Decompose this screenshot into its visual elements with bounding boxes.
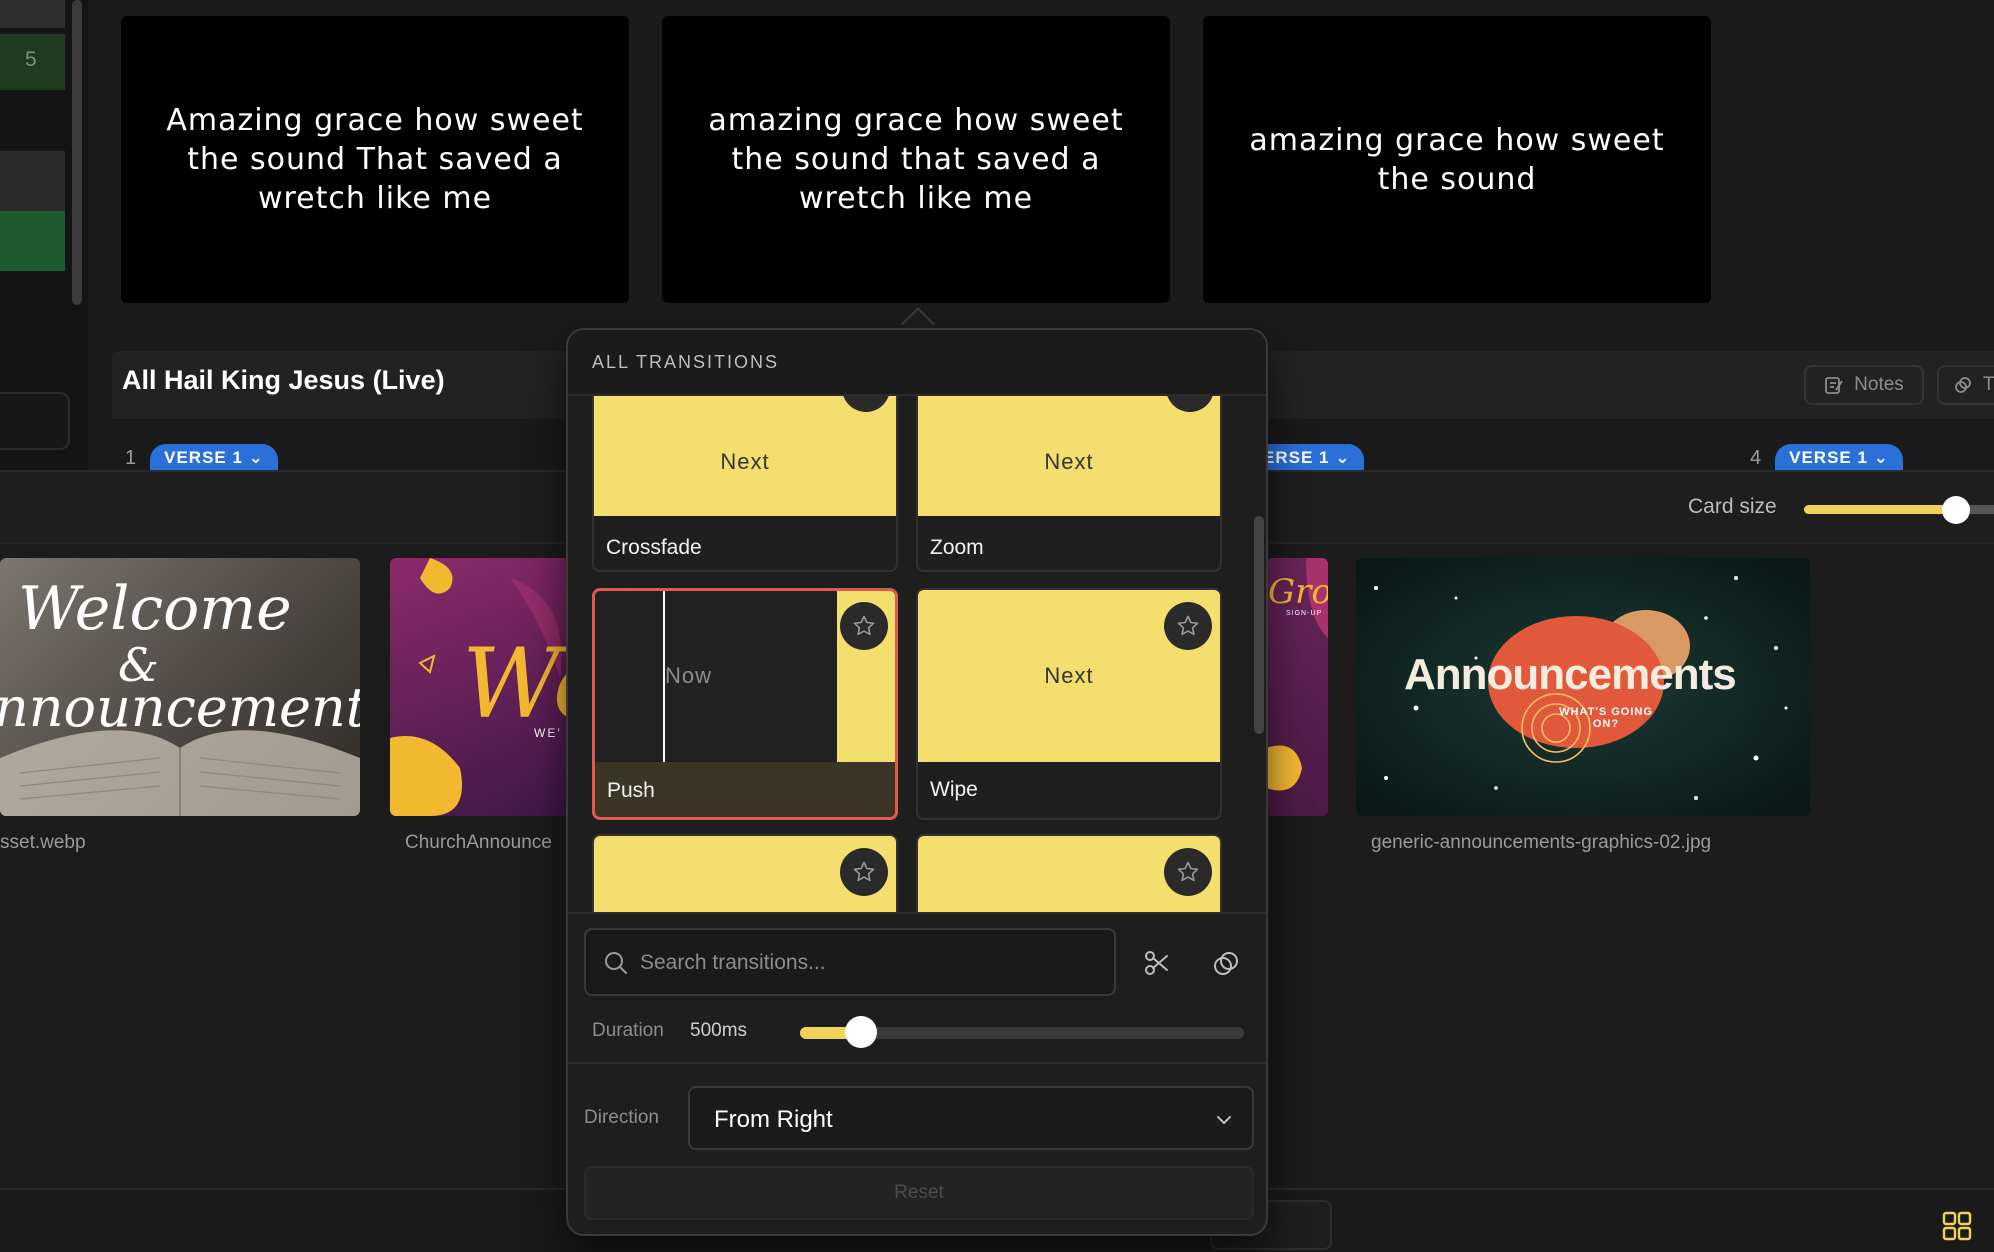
slide-text: amazing grace how sweet the sound — [1249, 122, 1665, 197]
playlist-row[interactable] — [0, 211, 65, 271]
thumbnail-title: We — [462, 628, 570, 740]
favorite-star-icon[interactable] — [840, 848, 888, 896]
star-icon — [1177, 615, 1199, 636]
transition-card-wipe[interactable]: Next Wipe — [916, 588, 1222, 820]
media-thumbnail-welcome[interactable]: Welcome & nnouncements — [0, 558, 360, 816]
direction-select[interactable]: From Right — [688, 1086, 1254, 1150]
thumbnail-title: Announcements — [1404, 650, 1737, 699]
star-icon — [853, 615, 875, 636]
slide-1[interactable]: Amazing grace how sweet the sound That s… — [121, 16, 629, 303]
preview-text: Next — [720, 449, 770, 474]
chevron-down-icon — [1217, 1116, 1231, 1124]
scissors-icon[interactable] — [1144, 950, 1170, 976]
duration-label: Duration — [592, 1020, 664, 1041]
transition-card[interactable] — [916, 834, 1222, 912]
left-scrollbar[interactable] — [72, 0, 82, 305]
media-thumbnail-group-signup[interactable]: Grou SIGN-UP — [1266, 558, 1328, 816]
thumbnail-subtitle: WE' — [534, 726, 562, 740]
verse-number: 1 — [125, 446, 137, 469]
search-transitions-input[interactable] — [640, 948, 1100, 978]
star-icon — [1177, 861, 1199, 882]
direction-label: Direction — [584, 1107, 659, 1128]
media-thumbnail-church[interactable]: We WE' — [390, 558, 570, 816]
notes-label: Notes — [1854, 374, 1904, 395]
left-panel: 5 — [0, 0, 88, 470]
left-input-box[interactable] — [0, 392, 70, 450]
grid-divider — [568, 912, 1266, 914]
transition-card-push[interactable]: Now Push — [592, 588, 898, 820]
media-thumbnail-announcements[interactable]: Announcements WHAT'S GOING ON? — [1356, 558, 1810, 816]
direction-value: From Right — [714, 1106, 833, 1133]
transition-preview: Next — [918, 396, 1220, 516]
song-title: All Hail King Jesus (Live) — [122, 365, 445, 395]
playlist-row[interactable] — [0, 0, 65, 28]
thumbnail-label: sset.webp — [0, 832, 86, 853]
link-button[interactable]: T — [1937, 365, 1994, 405]
verse-pill[interactable]: ERSE 1 ⌄ — [1255, 444, 1365, 472]
favorite-star-icon[interactable] — [840, 602, 888, 650]
slide-2[interactable]: amazing grace how sweet the sound that s… — [662, 16, 1170, 303]
preview-text: Now — [665, 663, 713, 688]
verse-pill[interactable]: VERSE 1 ⌄ — [150, 444, 278, 472]
transition-preview: Next — [594, 396, 896, 516]
thumbnail-subtitle: SIGN-UP — [1286, 610, 1323, 617]
slide-text: Amazing grace how sweet the sound That s… — [166, 103, 584, 216]
thumbnail-title: Grou — [1268, 572, 1328, 612]
thumbnail-title-2: nnouncements — [0, 676, 360, 739]
link-icon — [1955, 377, 1971, 393]
verse-group-4: 4 VERSE 1 ⌄ — [1750, 444, 1903, 472]
duration-value: 500ms — [690, 1020, 748, 1041]
transitions-popover: ALL TRANSITIONS Next Crossfade Next Zoom… — [566, 328, 1268, 1236]
preview-text: Next — [1044, 449, 1094, 474]
transition-card-crossfade[interactable]: Next Crossfade — [592, 396, 898, 572]
transition-card-zoom[interactable]: Next Zoom — [916, 396, 1222, 572]
slide-text: amazing grace how sweet the sound that s… — [708, 103, 1124, 216]
transition-name: Wipe — [930, 778, 978, 801]
transitions-grid: Next Crossfade Next Zoom Now Push Next W… — [568, 396, 1266, 912]
link-label: T — [1983, 374, 1994, 395]
notes-icon — [1825, 377, 1843, 394]
transition-name: Crossfade — [606, 536, 702, 559]
favorite-star-icon[interactable] — [1164, 848, 1212, 896]
popover-title: ALL TRANSITIONS — [592, 352, 780, 372]
transition-name: Zoom — [930, 536, 984, 559]
notes-button[interactable]: Notes — [1804, 365, 1924, 405]
thumbnail-label: generic-announcements-graphics-02.jpg — [1371, 832, 1712, 853]
playlist-row-active[interactable]: 5 — [0, 34, 65, 90]
transitions-scrollbar[interactable] — [1254, 516, 1264, 734]
search-transitions-field[interactable] — [584, 928, 1116, 996]
card-size-slider-handle[interactable] — [1942, 496, 1970, 524]
card-size-label: Card size — [1688, 495, 1777, 518]
verse-group-1: 1 VERSE 1 ⌄ — [125, 444, 278, 472]
popover-header: ALL TRANSITIONS — [568, 330, 1266, 396]
transition-name: Push — [607, 779, 655, 802]
favorite-star-icon[interactable] — [1164, 602, 1212, 650]
preview-text: Next — [1044, 663, 1094, 688]
link-icon[interactable] — [1212, 950, 1240, 978]
reset-button[interactable]: Reset — [584, 1166, 1254, 1220]
popover-divider — [568, 1062, 1266, 1064]
duration-slider-handle[interactable] — [845, 1016, 878, 1048]
card-size-track[interactable] — [1804, 505, 1956, 514]
verse-number: 4 — [1750, 446, 1762, 469]
transition-card[interactable] — [592, 834, 898, 912]
search-icon — [605, 952, 627, 974]
grid-view-icon[interactable] — [1942, 1211, 1972, 1241]
thumbnail-subtitle: WHAT'S GOING ON? — [1559, 706, 1653, 730]
star-icon — [853, 861, 875, 882]
verse-group-3: ERSE 1 ⌄ — [1255, 444, 1365, 472]
playlist-row[interactable] — [0, 151, 65, 211]
row-number: 5 — [25, 48, 37, 71]
slide-3[interactable]: amazing grace how sweet the sound — [1203, 16, 1711, 303]
verse-pill[interactable]: VERSE 1 ⌄ — [1775, 444, 1903, 472]
thumbnail-title: Welcome — [18, 574, 292, 644]
thumbnail-label: ChurchAnnounce — [405, 832, 552, 853]
